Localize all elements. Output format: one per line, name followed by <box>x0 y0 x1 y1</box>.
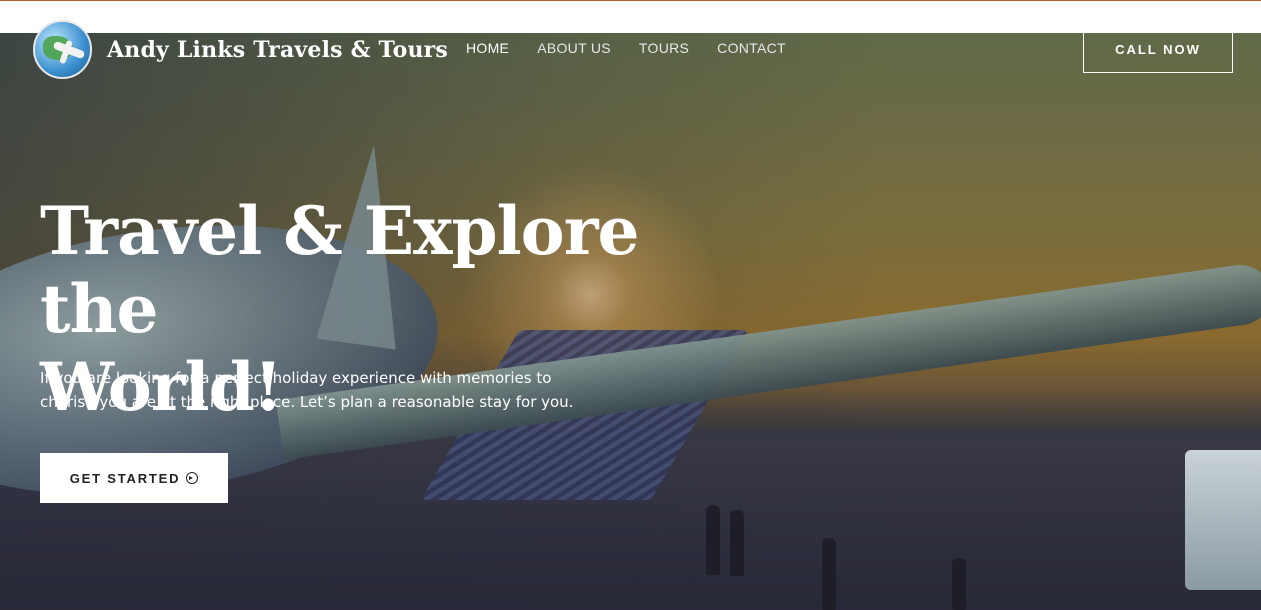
nav-item-home[interactable]: HOME <box>466 40 509 56</box>
service-truck <box>1185 450 1261 590</box>
nav-item-contact[interactable]: CONTACT <box>717 40 786 56</box>
passenger-figure <box>706 505 720 575</box>
passenger-figure <box>952 558 966 610</box>
brand-name: Andy Links Travels & Tours <box>107 36 449 63</box>
globe-airplane-logo-icon <box>33 20 92 79</box>
main-nav: HOME ABOUT US TOURS CONTACT <box>466 40 786 56</box>
nav-item-about-us[interactable]: ABOUT US <box>537 40 611 56</box>
call-now-button[interactable]: CALL NOW <box>1083 26 1233 73</box>
brand-link[interactable]: Andy Links Travels & Tours <box>33 20 448 79</box>
hero-headline-line1: Travel & Explore the <box>40 192 639 348</box>
arrow-circle-right-icon <box>186 472 199 484</box>
nav-item-tours[interactable]: TOURS <box>639 40 689 56</box>
passenger-figure <box>730 510 744 576</box>
get-started-button[interactable]: GET STARTED <box>40 453 228 503</box>
site-header: Andy Links Travels & Tours HOME ABOUT US… <box>0 0 1261 90</box>
passenger-figure <box>822 538 836 610</box>
hero-subtext: If you are looking for a perfect holiday… <box>40 369 574 411</box>
get-started-label: GET STARTED <box>69 470 181 486</box>
